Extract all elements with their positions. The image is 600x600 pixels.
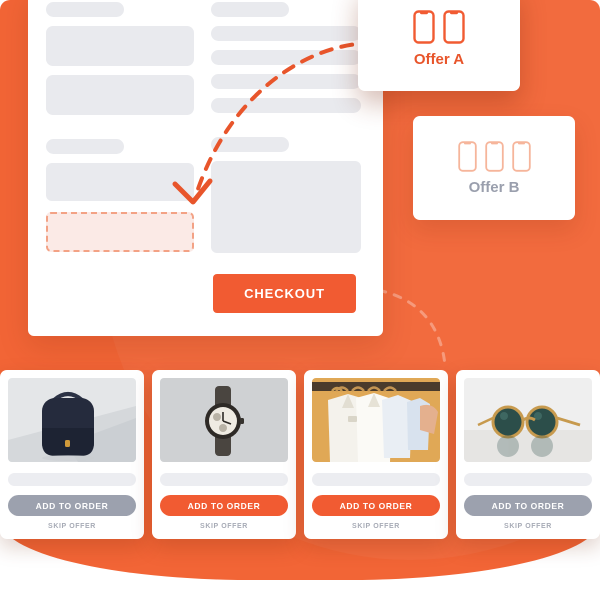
field-input-skeleton[interactable]	[46, 163, 194, 201]
product-title-skeleton	[464, 473, 592, 486]
skip-offer-link[interactable]: SKIP OFFER	[160, 523, 288, 530]
product-title-skeleton	[8, 473, 136, 486]
field-line-skeleton[interactable]	[211, 74, 361, 89]
watch-photo	[160, 378, 288, 462]
form-columns	[46, 2, 365, 253]
form-column-left	[46, 2, 194, 253]
product-card-row: ADD TO ORDER SKIP OFFER ADD TO ORDER SKI…	[0, 370, 600, 539]
phone-icon-row	[413, 9, 465, 44]
add-to-order-button[interactable]: ADD TO ORDER	[312, 495, 440, 516]
product-card-watch[interactable]: ADD TO ORDER SKIP OFFER	[152, 370, 296, 539]
checkout-button[interactable]: CHECKOUT	[213, 274, 356, 313]
phone-icon	[511, 140, 531, 172]
product-title-skeleton	[160, 473, 288, 486]
product-card-sunglasses[interactable]: ADD TO ORDER SKIP OFFER	[456, 370, 600, 539]
phone-icon	[413, 9, 435, 44]
phone-icon	[443, 9, 465, 44]
phone-icon	[457, 140, 477, 172]
product-card-backpack[interactable]: ADD TO ORDER SKIP OFFER	[0, 370, 144, 539]
product-title-skeleton	[312, 473, 440, 486]
skip-offer-link[interactable]: SKIP OFFER	[464, 523, 592, 530]
summary-box-skeleton	[211, 161, 361, 253]
add-to-order-button[interactable]: ADD TO ORDER	[464, 495, 592, 516]
field-line-skeleton[interactable]	[211, 50, 361, 65]
backpack-photo	[8, 378, 136, 462]
offer-card-b[interactable]: Offer B	[413, 116, 575, 220]
field-input-skeleton[interactable]	[46, 26, 194, 66]
field-input-skeleton[interactable]	[46, 75, 194, 115]
shirts-on-rack-photo	[312, 378, 440, 462]
field-label-skeleton	[211, 137, 289, 152]
offer-card-a[interactable]: Offer A	[358, 0, 520, 91]
phone-icon-row	[457, 140, 531, 172]
field-label-skeleton	[211, 2, 289, 17]
field-label-skeleton	[46, 139, 124, 154]
add-to-order-button[interactable]: ADD TO ORDER	[160, 495, 288, 516]
field-label-skeleton	[46, 2, 124, 17]
product-card-shirts[interactable]: ADD TO ORDER SKIP OFFER	[304, 370, 448, 539]
sunglasses-photo	[464, 378, 592, 462]
offer-card-b-label: Offer B	[468, 178, 520, 196]
add-to-order-button[interactable]: ADD TO ORDER	[8, 495, 136, 516]
offer-card-a-label: Offer A	[413, 50, 465, 68]
screenshot-stage: CHECKOUT Offer A Offer B ADD TO ORDER SK…	[0, 0, 600, 600]
field-line-skeleton[interactable]	[211, 26, 361, 41]
field-line-skeleton[interactable]	[211, 98, 361, 113]
offer-highlight-field[interactable]	[46, 212, 194, 252]
skip-offer-link[interactable]: SKIP OFFER	[8, 523, 136, 530]
phone-icon	[484, 140, 504, 172]
form-column-right	[211, 2, 361, 253]
skip-offer-link[interactable]: SKIP OFFER	[312, 523, 440, 530]
